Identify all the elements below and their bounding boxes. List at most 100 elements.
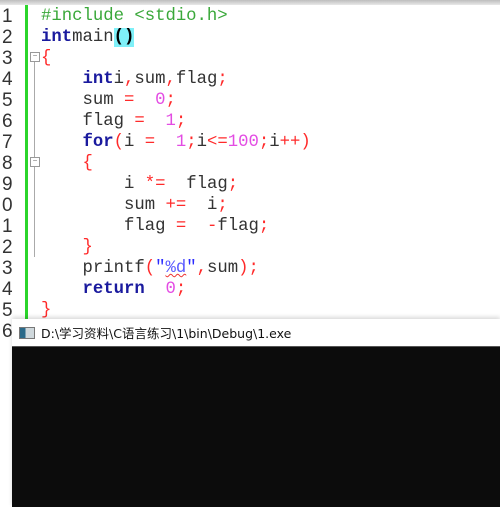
operator: =: [123, 91, 135, 110]
operator: ;: [217, 196, 228, 215]
line-number: 6: [2, 111, 13, 132]
operator: );: [238, 259, 259, 278]
operator: ,: [123, 70, 135, 89]
operator: =: [134, 112, 145, 131]
code-text: flag: [217, 217, 259, 236]
line-number: 3: [2, 258, 13, 279]
number-literal: 1: [165, 112, 176, 131]
code-line[interactable]: sum += i;: [41, 195, 311, 216]
code-line[interactable]: flag = 1;: [41, 111, 311, 132]
code-line[interactable]: #include <stdio.h>: [41, 6, 311, 27]
console-titlebar[interactable]: D:\学习资料\C语言练习\1\bin\Debug\1.exe: [12, 319, 500, 347]
operator: ;: [175, 112, 187, 131]
line-number: 3: [2, 48, 13, 69]
code-line[interactable]: for(i = 1;i<=100;i++): [41, 132, 310, 153]
operator: ,: [165, 70, 176, 89]
code-text: sum: [41, 91, 124, 110]
keyword: for: [82, 133, 114, 152]
operator: ;: [175, 280, 187, 299]
operator: =: [144, 133, 156, 152]
code-line[interactable]: {: [41, 48, 311, 69]
line-number: 1: [2, 216, 13, 237]
code-text: i: [196, 133, 207, 152]
line-number: 0: [2, 195, 13, 216]
line-number: 5: [2, 90, 13, 111]
operator: ;: [258, 217, 270, 236]
format-specifier: %d: [165, 259, 187, 278]
operator: }: [41, 301, 52, 320]
code-text: i: [41, 175, 145, 194]
line-number: 8: [2, 153, 13, 174]
code-line[interactable]: sum = 0;: [41, 90, 311, 111]
code-text: i: [269, 133, 280, 152]
operator: <=: [206, 133, 228, 152]
code-line[interactable]: inti,sum,flag;: [41, 69, 311, 90]
operator: }: [82, 238, 93, 257]
keyword: int: [82, 70, 114, 89]
code-editor[interactable]: #include <stdio.h> intmain(){ inti,sum,fl…: [41, 6, 311, 321]
code-text: flag: [175, 70, 218, 89]
change-marker-bar: [25, 5, 28, 325]
fold-collapse-icon[interactable]: −: [30, 52, 40, 62]
code-line[interactable]: printf("%d",sum);: [41, 258, 311, 279]
string-literal: ": [186, 259, 197, 278]
code-text: i: [113, 70, 124, 89]
code-line[interactable]: flag = -flag;: [41, 216, 311, 237]
operator: {: [41, 49, 52, 68]
fold-collapse-icon[interactable]: −: [30, 157, 40, 167]
line-number: 5: [2, 300, 13, 321]
number-literal: 0: [155, 91, 166, 110]
line-number: 9: [2, 174, 13, 195]
operator: ;: [227, 175, 239, 194]
fold-line: [34, 167, 35, 257]
code-line[interactable]: }: [41, 300, 311, 321]
code-text: flag: [41, 112, 135, 131]
number-literal: 100: [227, 133, 259, 152]
preprocessor: #include <stdio.h>: [41, 7, 228, 26]
line-number: 1: [2, 6, 13, 27]
code-line[interactable]: }: [41, 237, 311, 258]
console-app-icon: [19, 326, 35, 339]
console-output[interactable]: [12, 347, 500, 507]
line-number: 4: [2, 279, 13, 300]
operator: *=: [144, 175, 166, 194]
code-text: printf: [41, 259, 145, 278]
number-literal: 1: [175, 133, 187, 152]
line-number: 7: [2, 132, 13, 153]
code-text: i: [186, 196, 218, 215]
code-text: sum: [134, 70, 166, 89]
operator: +=: [165, 196, 187, 215]
line-number: 4: [2, 69, 13, 90]
matched-brace-highlight: (): [113, 28, 135, 47]
code-text: i: [123, 133, 145, 152]
operator: -: [206, 217, 218, 236]
operator: ;: [258, 133, 270, 152]
code-text: flag: [165, 175, 228, 194]
code-text: sum: [206, 259, 239, 278]
code-line[interactable]: return 0;: [41, 279, 311, 300]
operator: ;: [165, 91, 176, 110]
operator: ,: [196, 259, 207, 278]
code-text: flag: [41, 217, 176, 236]
editor-top-border: [0, 0, 500, 5]
keyword: int: [41, 28, 73, 47]
operator: {: [82, 154, 93, 173]
keyword: return: [82, 280, 145, 299]
string-literal: ": [155, 259, 166, 278]
console-window[interactable]: D:\学习资料\C语言练习\1\bin\Debug\1.exe: [12, 319, 500, 507]
code-line[interactable]: i *= flag;: [41, 174, 311, 195]
line-number: 6: [2, 321, 13, 342]
code-line[interactable]: intmain(): [41, 27, 311, 48]
number-literal: 0: [165, 280, 176, 299]
line-number: 2: [2, 27, 13, 48]
code-line[interactable]: {: [41, 153, 311, 174]
